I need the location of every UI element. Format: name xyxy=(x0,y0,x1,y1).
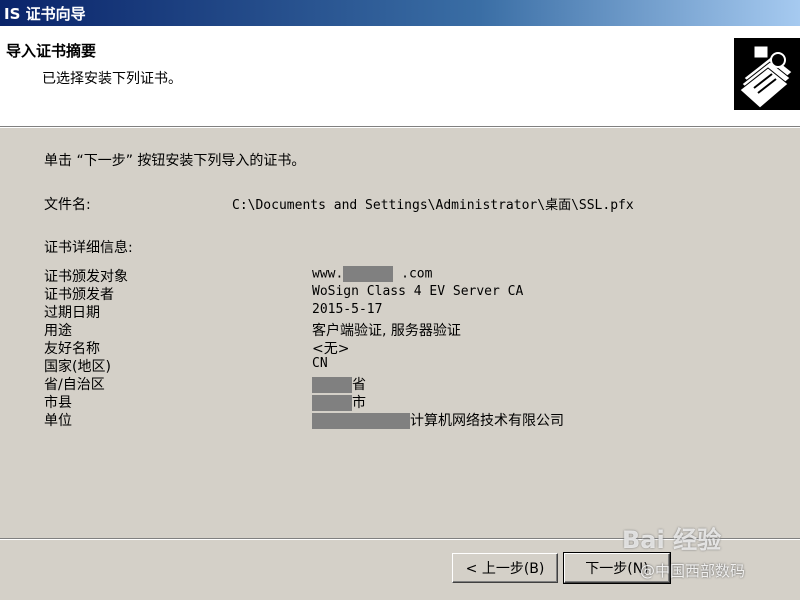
detail-value: 市 xyxy=(312,392,366,412)
certificate-details-label: 证书详细信息: xyxy=(44,240,133,256)
detail-label: 证书颁发者 xyxy=(44,287,114,303)
file-name-value: C:\Documents and Settings\Administrator\… xyxy=(232,198,634,213)
detail-row-province: 省/自治区 省 xyxy=(44,374,744,394)
detail-value: 客户端验证, 服务器验证 xyxy=(312,323,461,339)
watermark-credit: @中国西部数码 xyxy=(640,562,746,580)
detail-value: www. .com xyxy=(312,266,433,282)
detail-label: 过期日期 xyxy=(44,305,100,321)
detail-value: CN xyxy=(312,356,328,371)
detail-label: 省/自治区 xyxy=(44,377,105,393)
detail-row-organization: 单位 计算机网络技术有限公司 xyxy=(44,410,744,430)
wizard-header: 导入证书摘要 已选择安装下列证书。 xyxy=(0,26,800,127)
detail-value: 2015-5-17 xyxy=(312,302,383,317)
detail-label: 国家(地区) xyxy=(44,359,111,375)
instruction-text: 单击 “下一步” 按钮安装下列导入的证书。 xyxy=(44,153,306,169)
detail-row-expiration: 过期日期 2015-5-17 xyxy=(44,302,744,321)
page-title: 导入证书摘要 xyxy=(6,42,97,60)
detail-value: 省 xyxy=(312,374,366,394)
header-divider xyxy=(0,127,800,128)
file-name-label: 文件名: xyxy=(44,197,91,213)
page-subtitle: 已选择安装下列证书。 xyxy=(42,71,182,87)
certificate-icon xyxy=(734,38,800,110)
detail-value: <无> xyxy=(312,341,350,357)
detail-label: 市县 xyxy=(44,395,72,411)
detail-row-city: 市县 市 xyxy=(44,392,744,412)
detail-value: WoSign Class 4 EV Server CA xyxy=(312,284,524,299)
detail-label: 单位 xyxy=(44,413,72,429)
detail-row-issued-to: 证书颁发对象 www. .com xyxy=(44,266,744,285)
back-button[interactable]: < 上一步(B) xyxy=(452,553,558,583)
detail-row-purpose: 用途 客户端验证, 服务器验证 xyxy=(44,320,744,339)
title-bar: IS 证书向导 xyxy=(0,0,800,26)
detail-row-country: 国家(地区) CN xyxy=(44,356,744,375)
redacted-block xyxy=(343,266,394,282)
redacted-block xyxy=(312,395,352,411)
detail-label: 用途 xyxy=(44,323,72,339)
detail-label: 友好名称 xyxy=(44,341,100,357)
detail-label: 证书颁发对象 xyxy=(44,269,128,285)
watermark-logo: Bai 经验 xyxy=(622,526,722,554)
window-title: IS 证书向导 xyxy=(4,5,86,23)
detail-row-friendly-name: 友好名称 <无> xyxy=(44,338,744,357)
detail-value: 计算机网络技术有限公司 xyxy=(312,410,564,430)
redacted-block xyxy=(312,413,410,429)
detail-row-issuer: 证书颁发者 WoSign Class 4 EV Server CA xyxy=(44,284,744,303)
redacted-block xyxy=(312,377,352,393)
watermark: Bai 经验 @中国西部数码 xyxy=(618,510,798,595)
